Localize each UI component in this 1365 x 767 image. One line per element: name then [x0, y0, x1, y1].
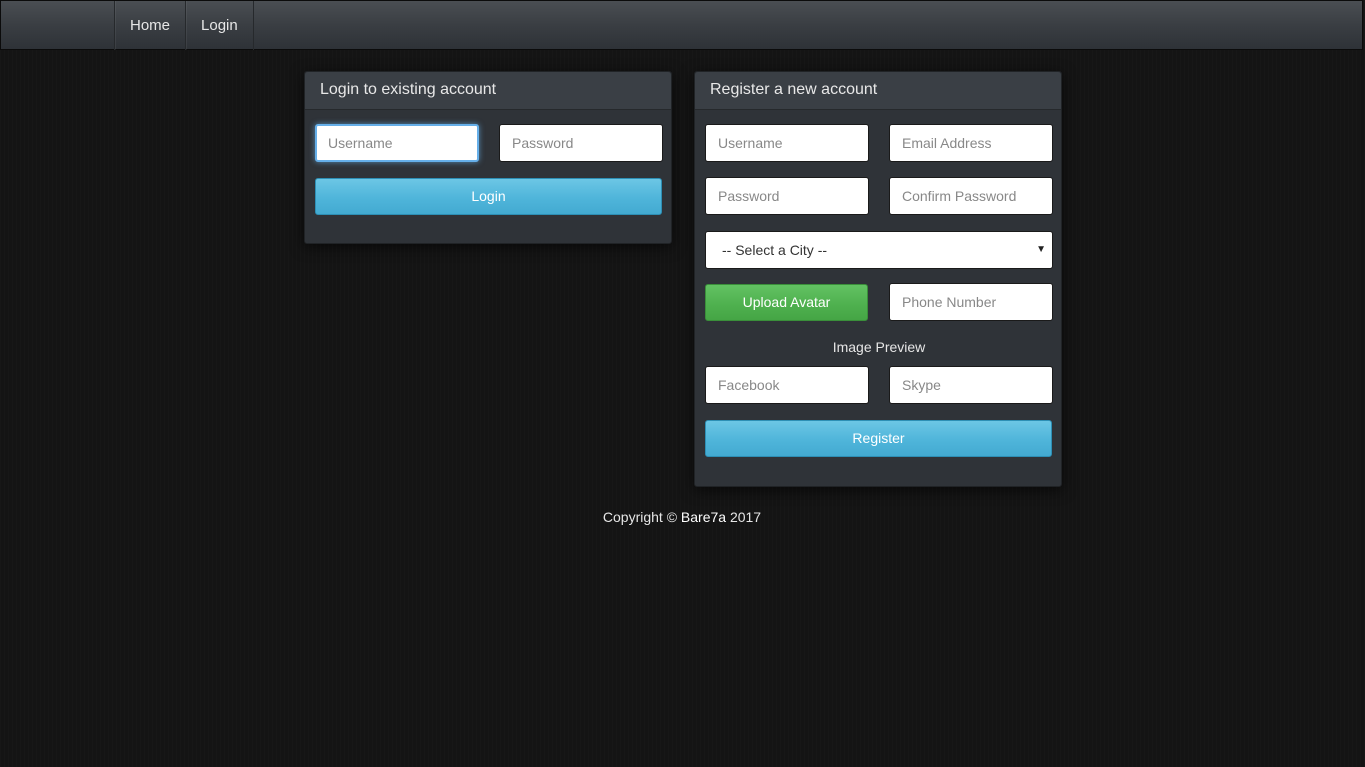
register-panel-title: Register a new account [695, 72, 1061, 110]
footer-brand: Bare7a [680, 509, 727, 525]
upload-avatar-button[interactable]: Upload Avatar [705, 284, 868, 321]
register-password-input[interactable] [705, 177, 869, 215]
login-panel-title: Login to existing account [305, 72, 671, 110]
chevron-down-icon: ▼ [1036, 244, 1046, 255]
skype-input[interactable] [889, 366, 1053, 404]
register-email-input[interactable] [889, 124, 1053, 162]
nav-list: Home Login [114, 1, 254, 50]
nav-item-login[interactable]: Login [186, 1, 254, 50]
nav-item-home[interactable]: Home [115, 1, 187, 50]
login-panel: Login to existing account Login [304, 71, 672, 244]
register-username-input[interactable] [705, 124, 869, 162]
login-button[interactable]: Login [315, 178, 662, 215]
login-password-input[interactable] [499, 124, 663, 162]
phone-number-input[interactable] [889, 283, 1053, 321]
footer-copyright-prefix: Copyright © [602, 509, 678, 525]
register-panel: Register a new account -- Select a City … [694, 71, 1062, 487]
top-navbar: Home Login [0, 0, 1363, 50]
register-button[interactable]: Register [705, 420, 1052, 457]
facebook-input[interactable] [705, 366, 869, 404]
footer: Copyright © Bare7a 2017 [0, 509, 1365, 525]
footer-year: 2017 [729, 509, 762, 525]
image-preview-label: Image Preview [832, 339, 926, 355]
login-username-input[interactable] [315, 124, 479, 162]
city-select-value: -- Select a City -- [722, 242, 828, 258]
city-select[interactable]: -- Select a City -- ▼ [705, 231, 1053, 269]
register-confirm-password-input[interactable] [889, 177, 1053, 215]
